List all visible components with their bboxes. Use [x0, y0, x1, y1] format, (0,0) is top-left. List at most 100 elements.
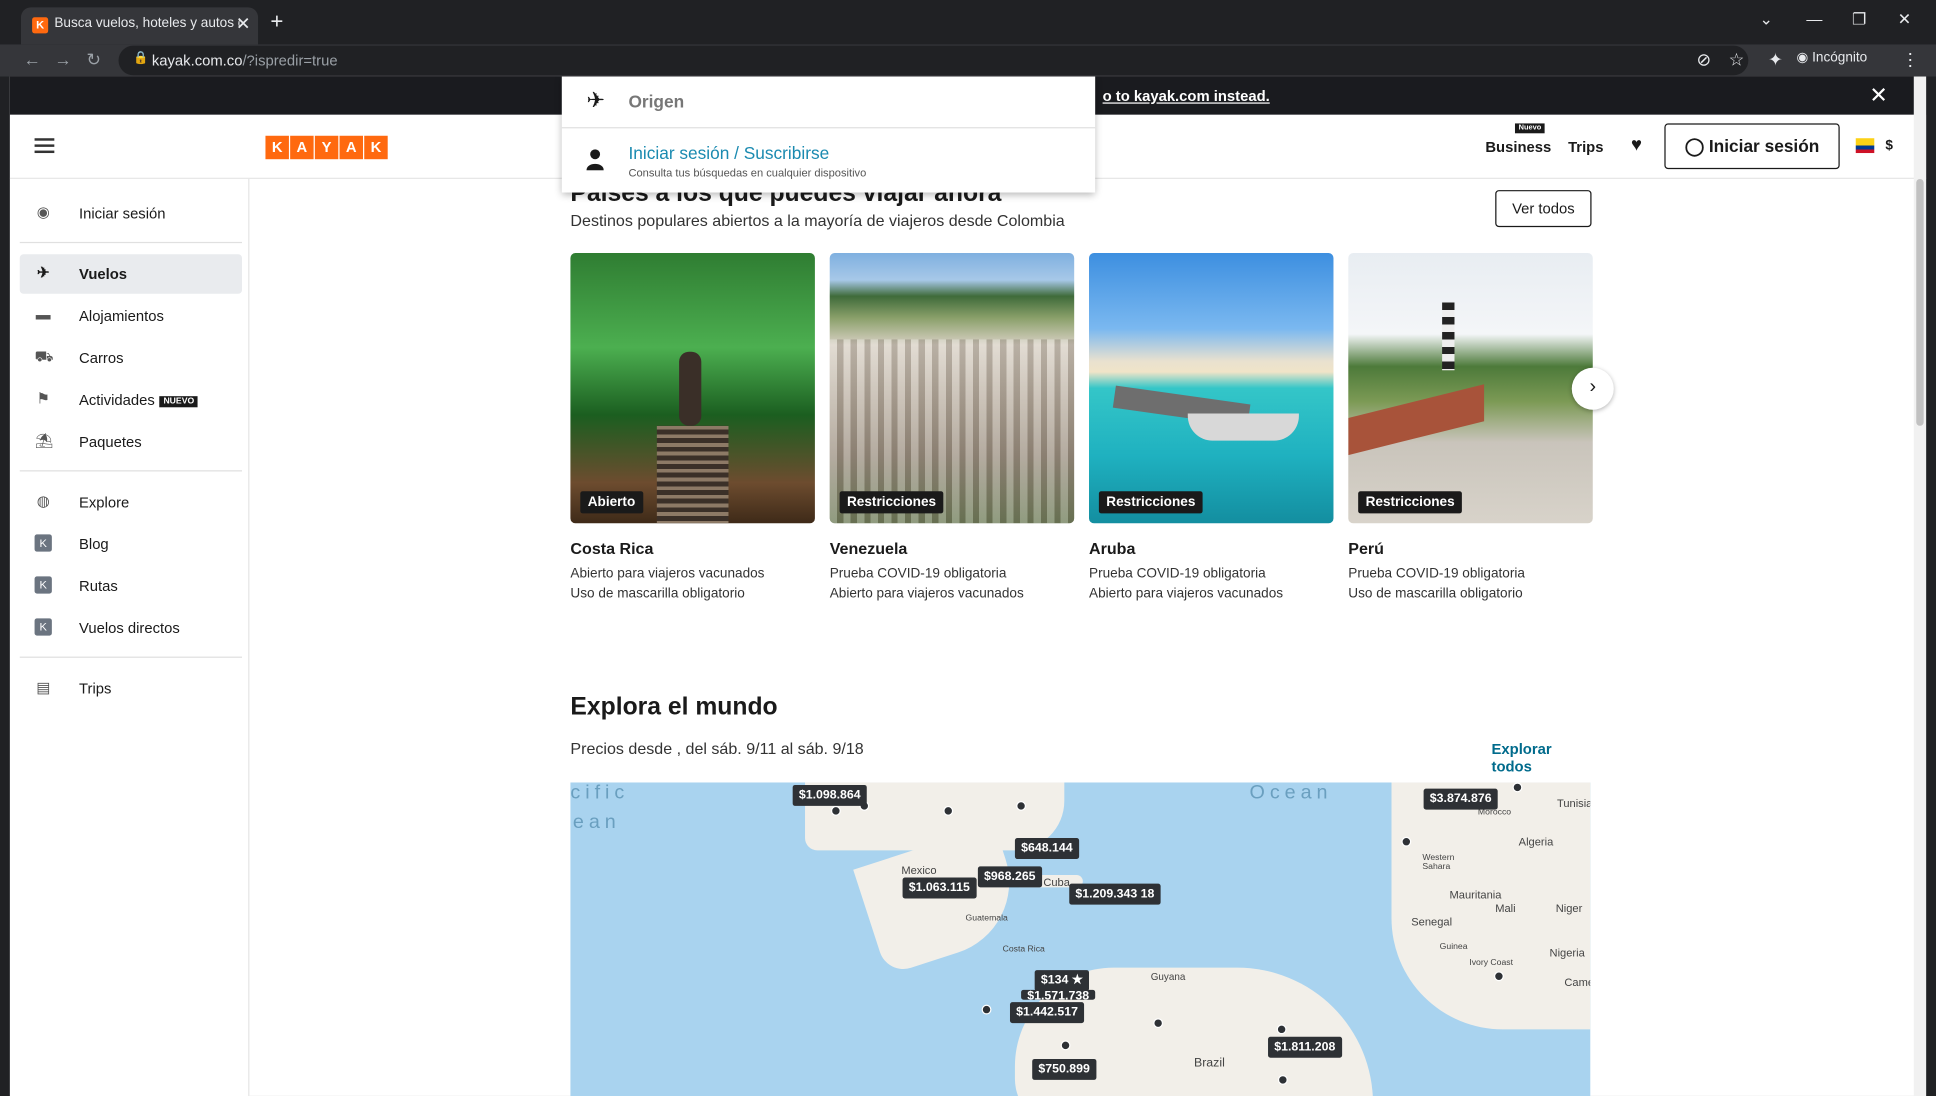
sidebar-item-actividades[interactable]: ⚑ Actividades NUEVO — [20, 380, 242, 419]
country-card-peru[interactable]: Restricciones Perú Prueba COVID-19 oblig… — [1348, 253, 1593, 604]
globe-icon: ◍ — [36, 492, 50, 510]
kayak-k-icon: K — [34, 534, 52, 552]
origin-placeholder: Origen — [628, 91, 685, 112]
user-alert-icon: ◉ — [36, 203, 50, 221]
country-card-costa-rica[interactable]: Abierto Costa Rica Abierto para viajeros… — [570, 253, 815, 604]
sidebar-item-explore[interactable]: ◍ Explore — [20, 483, 242, 522]
restore-icon[interactable]: ❐ — [1852, 10, 1866, 30]
lighthouse — [1442, 302, 1455, 371]
origin-field[interactable]: ✈ Origen — [561, 77, 1096, 129]
forward-icon[interactable]: → — [54, 49, 71, 69]
incognito-badge[interactable]: ◉ Incógnito — [1796, 49, 1867, 66]
explorar-todos-link[interactable]: Explorar todos — [1492, 741, 1596, 776]
origin-dropdown: ✈ Origen Iniciar sesión / Suscribirse Co… — [561, 76, 1096, 193]
map-pin[interactable] — [1060, 1040, 1071, 1051]
map-pin[interactable] — [981, 1004, 992, 1015]
map-price-label[interactable]: $968.265 — [977, 866, 1042, 888]
tab-search-icon[interactable]: ⌄ — [1759, 10, 1772, 30]
sidebar-item-rutas[interactable]: K Rutas — [20, 566, 242, 605]
hamburger-menu-icon[interactable] — [34, 138, 55, 154]
explore-subtitle: Precios desde , del sáb. 9/11 al sáb. 9/… — [570, 739, 864, 758]
card-title: Costa Rica — [570, 539, 654, 558]
map-pin[interactable] — [830, 805, 841, 816]
bridge-planks — [656, 425, 729, 524]
close-tab-icon[interactable]: ✕ — [236, 14, 250, 35]
map-label: Morocco — [1477, 808, 1512, 818]
business-link[interactable]: Business — [1485, 138, 1551, 155]
map-pin[interactable] — [1276, 1024, 1287, 1035]
sidebar-item-carros[interactable]: ⛟ Carros — [20, 338, 242, 377]
menu-dots-icon[interactable]: ⋮ — [1901, 49, 1918, 70]
colombia-flag-icon[interactable] — [1855, 138, 1875, 154]
card-title: Venezuela — [829, 539, 908, 558]
sidebar-item-blog[interactable]: K Blog — [20, 525, 242, 564]
browser-tab[interactable]: K Busca vuelos, hoteles y autos de ✕ — [20, 7, 259, 45]
sidebar: ◉ Iniciar sesión ✈ Vuelos ▬ Alojamientos… — [9, 178, 250, 1096]
sidebar-item-label: Paquetes — [79, 433, 142, 451]
ver-todos-button[interactable]: Ver todos — [1495, 190, 1592, 228]
sidebar-item-alojamientos[interactable]: ▬ Alojamientos — [20, 296, 242, 335]
sidebar-item-signin[interactable]: ◉ Iniciar sesión — [20, 194, 242, 233]
map-label: Algeria — [1518, 835, 1554, 848]
logo-letter: A — [290, 135, 314, 160]
sidebar-item-vuelos[interactable]: ✈ Vuelos — [19, 254, 243, 294]
logo-letter: K — [364, 135, 388, 160]
page-viewport: o to kayak.com instead. ✕ K A Y A K Nuev… — [9, 76, 1927, 1096]
page-scrollbar[interactable] — [1913, 76, 1927, 1096]
back-icon[interactable]: ← — [23, 49, 40, 69]
reload-icon[interactable]: ↻ — [86, 49, 100, 70]
card-details: Prueba COVID-19 obligatoria Abierto para … — [829, 566, 1024, 602]
map-price-label[interactable]: $1.571.738 — [1021, 989, 1096, 1000]
signin-button[interactable]: ◯ Iniciar sesión — [1664, 123, 1840, 170]
map-price-label[interactable]: $750.899 — [1032, 1058, 1097, 1080]
sidebar-item-paquetes[interactable]: ⛱ Paquetes — [20, 422, 242, 461]
divider — [19, 470, 243, 472]
eye-off-icon[interactable]: ⊘ — [1696, 49, 1710, 70]
map-price-label[interactable]: $3.874.876 — [1423, 788, 1498, 810]
minimize-icon[interactable]: — — [1806, 10, 1822, 29]
signin-subscribe-link[interactable]: Iniciar sesión / Suscribirse — [628, 143, 829, 163]
close-icon[interactable]: ✕ — [1869, 83, 1888, 109]
map-pin[interactable] — [1493, 971, 1504, 982]
tab-strip: K Busca vuelos, hoteles y autos de ✕ + ⌄… — [0, 0, 1936, 45]
map-price-label[interactable]: $1.063.115 — [902, 877, 977, 899]
country-card-aruba[interactable]: Restricciones Aruba Prueba COVID-19 obli… — [1089, 253, 1334, 604]
sidebar-item-trips[interactable]: ▤ Trips — [20, 669, 242, 708]
map-price-label[interactable]: $1.209.343 18 — [1069, 883, 1161, 905]
map-price-label[interactable]: $648.144 — [1014, 838, 1079, 860]
map-pin[interactable] — [1277, 1074, 1288, 1085]
sidebar-item-label: Rutas — [79, 577, 118, 595]
map-pin[interactable] — [1512, 782, 1523, 793]
country-card-venezuela[interactable]: Restricciones Venezuela Prueba COVID-19 … — [829, 253, 1075, 604]
new-tab-button[interactable]: + — [270, 10, 283, 32]
map-price-label[interactable]: $1.098.864 — [792, 784, 867, 806]
map-pin[interactable] — [943, 805, 954, 816]
map-label: Mali — [1495, 902, 1516, 915]
map-label: Guinea — [1439, 942, 1468, 952]
currency-selector[interactable]: $ — [1885, 138, 1893, 153]
map-price-label[interactable]: $1.811.208 — [1268, 1036, 1342, 1058]
map-label: Brazil — [1193, 1056, 1225, 1071]
map-pin[interactable] — [1153, 1018, 1164, 1029]
map-pin[interactable] — [1401, 836, 1412, 847]
carousel-next-icon[interactable]: › — [1571, 367, 1614, 410]
heart-icon[interactable]: ♥ — [1631, 135, 1642, 156]
sidebar-item-vuelos-directos[interactable]: K Vuelos directos — [20, 608, 242, 647]
star-icon[interactable]: ☆ — [1729, 49, 1745, 70]
map-pin[interactable] — [1016, 800, 1027, 811]
scrollbar-thumb[interactable] — [1916, 178, 1924, 426]
address-bar[interactable]: 🔒 kayak.com.co/?ispredir=true — [118, 45, 1749, 76]
map-label: Costa Rica — [1002, 945, 1045, 955]
map-label: Senegal — [1411, 915, 1453, 929]
boat — [1187, 413, 1299, 441]
banner-link[interactable]: o to kayak.com instead. — [1103, 88, 1270, 105]
explore-map[interactable]: cific ean Ocean Mexico Cuba Guatemala Co… — [570, 782, 1591, 1096]
map-price-label[interactable]: $1.442.517 — [1009, 1002, 1085, 1024]
map-label: Cuba — [1043, 876, 1070, 889]
trips-link[interactable]: Trips — [1568, 138, 1603, 155]
map-price-label[interactable]: $134 ★ — [1034, 970, 1090, 992]
extensions-icon[interactable]: ✦ — [1768, 49, 1782, 70]
card-details: Prueba COVID-19 obligatoria Uso de mascar… — [1348, 566, 1525, 602]
kayak-logo[interactable]: K A Y A K — [265, 135, 388, 160]
close-window-icon[interactable]: ✕ — [1898, 10, 1911, 30]
